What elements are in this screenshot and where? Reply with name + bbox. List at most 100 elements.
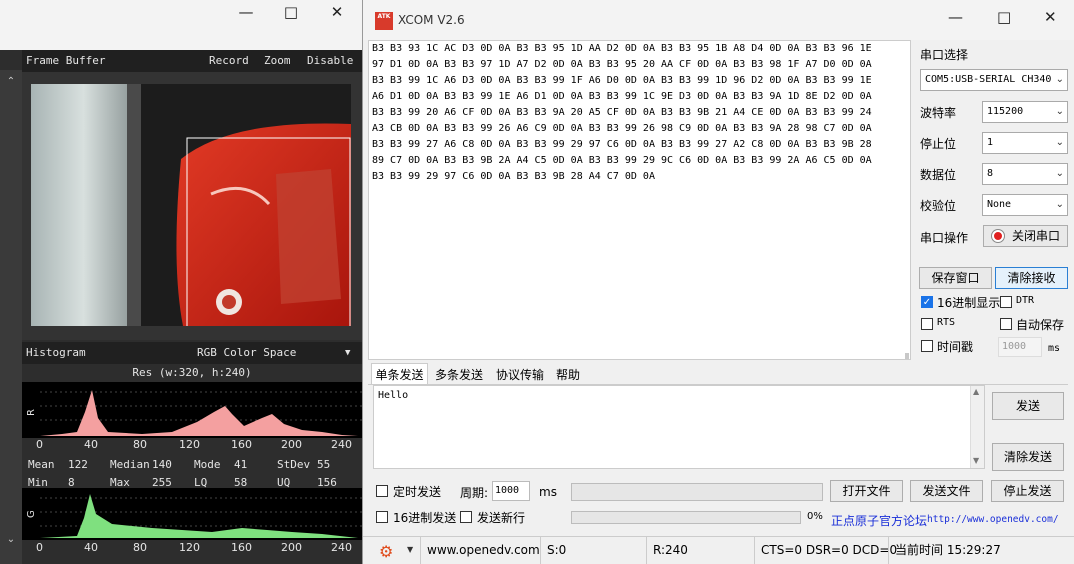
scroll-down-icon[interactable]: ⌄ [4, 534, 18, 546]
receive-line: A6 D1 0D 0A B3 B3 99 1E A6 D1 0D 0A B3 B… [372, 91, 872, 102]
clear-send-button[interactable]: 清除发送 [992, 443, 1064, 471]
frame-buffer-view [22, 72, 362, 340]
gear-icon[interactable]: ⚙ [379, 542, 393, 561]
stdev-value: 55 [317, 458, 331, 471]
color-space-select[interactable]: RGB Color Space [197, 342, 296, 364]
mode-value: 41 [234, 458, 248, 471]
side-scrollbar[interactable]: ⌃ ⌄ [0, 70, 22, 564]
current-time: 当前时间 15:29:27 [888, 537, 1074, 564]
mode-label: Mode [194, 458, 221, 471]
receive-line: A3 CB 0D 0A B3 B3 99 26 A6 C9 0D 0A B3 B… [372, 123, 872, 134]
baud-select[interactable]: 115200 ⌄ [982, 101, 1068, 123]
rts-label: RTS [937, 317, 956, 328]
data-bits-select[interactable]: 8 ⌄ [982, 163, 1068, 185]
send-scrollbar[interactable]: ▲ ▼ [970, 386, 984, 468]
tick-0: 0 [36, 438, 43, 451]
histogram-title: Histogram [26, 346, 86, 359]
timestamp-checkbox[interactable] [921, 340, 933, 352]
stop-bits-select[interactable]: 1 ⌄ [982, 132, 1068, 154]
sent-count: S:0 [540, 537, 646, 564]
website-label: www.openedv.com [420, 537, 540, 564]
tick-120: 120 [179, 438, 200, 451]
period-input[interactable]: 1000 [492, 481, 530, 501]
scroll-up-icon[interactable]: ⌃ [4, 76, 18, 88]
median-label: Median [110, 458, 150, 471]
auto-save-checkbox[interactable] [1000, 318, 1012, 330]
tick-160: 160 [231, 438, 252, 451]
rts-checkbox[interactable] [921, 318, 933, 330]
period-ms-label: ms [539, 485, 557, 499]
minimize-icon[interactable]: — [948, 8, 963, 26]
minimize-icon[interactable]: — [226, 2, 266, 22]
tab-multi-send[interactable]: 多条发送 [430, 363, 488, 385]
r-histogram-area [40, 390, 358, 436]
timed-send-label: 定时发送 [393, 485, 442, 499]
scroll-down-icon[interactable]: ▼ [973, 456, 979, 465]
baud-label: 波特率 [920, 106, 957, 120]
auto-save-label: 自动保存 [1016, 318, 1065, 332]
port-select-label: 串口选择 [920, 48, 969, 62]
clear-receive-button[interactable]: 清除接收 [995, 267, 1068, 289]
openmv-window: — □ ✕ ⌃ ⌄ Frame Buffer Record Zoom Disab… [0, 0, 362, 564]
timestamp-input[interactable]: 1000 [998, 337, 1042, 357]
frame-buffer-title: Frame Buffer [26, 54, 106, 67]
stdev-label: StDev [277, 458, 311, 471]
g-axis-label: G [26, 510, 37, 518]
send-textarea[interactable]: Hello ▲ ▼ [373, 385, 985, 469]
timestamp-label: 时间戳 [937, 340, 974, 354]
receive-line: 97 D1 0D 0A B3 B3 97 1D A7 D2 0D 0A B3 B… [372, 59, 872, 70]
save-window-button[interactable]: 保存窗口 [919, 267, 992, 289]
forum-url-link[interactable]: http://www.openedv.com/ [927, 514, 1059, 525]
receive-line: B3 B3 93 1C AC D3 0D 0A B3 B3 95 1D AA D… [372, 43, 872, 54]
forum-link[interactable]: 正点原子官方论坛 [831, 512, 927, 529]
receive-scrollbar[interactable] [905, 353, 909, 359]
send-progress-label: 0% [807, 511, 823, 522]
close-port-button[interactable]: 关闭串口 [983, 225, 1068, 247]
timed-send-checkbox[interactable] [376, 485, 388, 497]
tab-single-send[interactable]: 单条发送 [371, 363, 428, 385]
r-axis-label: R [26, 409, 37, 416]
histogram-g: G [22, 488, 362, 540]
disable-button[interactable]: Disable [307, 50, 353, 72]
parity-select[interactable]: None ⌄ [982, 194, 1068, 216]
receive-textarea[interactable]: B3 B3 93 1C AC D3 0D 0A B3 B3 95 1D AA D… [368, 40, 911, 360]
frame-buffer-header: Frame Buffer Record Zoom Disable [22, 50, 362, 72]
send-button[interactable]: 发送 [992, 392, 1064, 420]
send-newline-label: 发送新行 [477, 511, 526, 525]
tab-help[interactable]: 帮助 [551, 363, 585, 385]
stop-send-button[interactable]: 停止发送 [991, 480, 1064, 502]
status-bar: ⚙ ▼ www.openedv.com S:0 R:240 CTS=0 DSR=… [363, 536, 1074, 564]
tab-protocol[interactable]: 协议传输 [491, 363, 549, 385]
scroll-up-icon[interactable]: ▲ [973, 387, 979, 396]
histogram-r: R [22, 382, 362, 438]
receive-line: 89 C7 0D 0A B3 B3 9B 2A A4 C5 0D 0A B3 B… [372, 155, 872, 166]
baud-value: 115200 [987, 106, 1024, 117]
port-select[interactable]: COM5:USB-SERIAL CH340 ⌄ [920, 69, 1068, 91]
tick-240: 240 [331, 438, 352, 451]
receive-line: B3 B3 99 27 A6 C8 0D 0A B3 B3 99 29 97 C… [372, 139, 872, 150]
maximize-icon[interactable]: □ [271, 2, 311, 22]
send-newline-checkbox[interactable] [460, 511, 472, 523]
chevron-down-icon: ⌄ [1055, 137, 1064, 148]
period-label: 周期: [460, 486, 489, 500]
chevron-down-icon[interactable]: ▼ [345, 342, 350, 364]
open-file-button[interactable]: 打开文件 [830, 480, 903, 502]
zoom-button[interactable]: Zoom [264, 50, 291, 72]
line-status: CTS=0 DSR=0 DCD=0 [754, 537, 897, 564]
data-bits-label: 数据位 [920, 168, 957, 182]
dtr-checkbox[interactable] [1000, 296, 1012, 308]
close-icon[interactable]: ✕ [317, 2, 357, 22]
send-text: Hello [378, 390, 409, 401]
tick-80: 80 [133, 438, 147, 451]
send-file-button[interactable]: 发送文件 [910, 480, 983, 502]
close-icon[interactable]: ✕ [1044, 8, 1057, 26]
parity-label: 校验位 [920, 199, 957, 213]
hex-send-checkbox[interactable] [376, 511, 388, 523]
hex-display-checkbox[interactable]: ✓ [921, 296, 933, 308]
maximize-icon[interactable]: □ [997, 8, 1011, 26]
record-button[interactable]: Record [209, 50, 249, 72]
g-histogram-area [40, 494, 358, 538]
receive-line: B3 B3 99 1C A6 D3 0D 0A B3 B3 99 1F A6 D… [372, 75, 872, 86]
timestamp-ms-label: ms [1048, 343, 1061, 354]
chevron-down-icon[interactable]: ▼ [407, 545, 413, 554]
